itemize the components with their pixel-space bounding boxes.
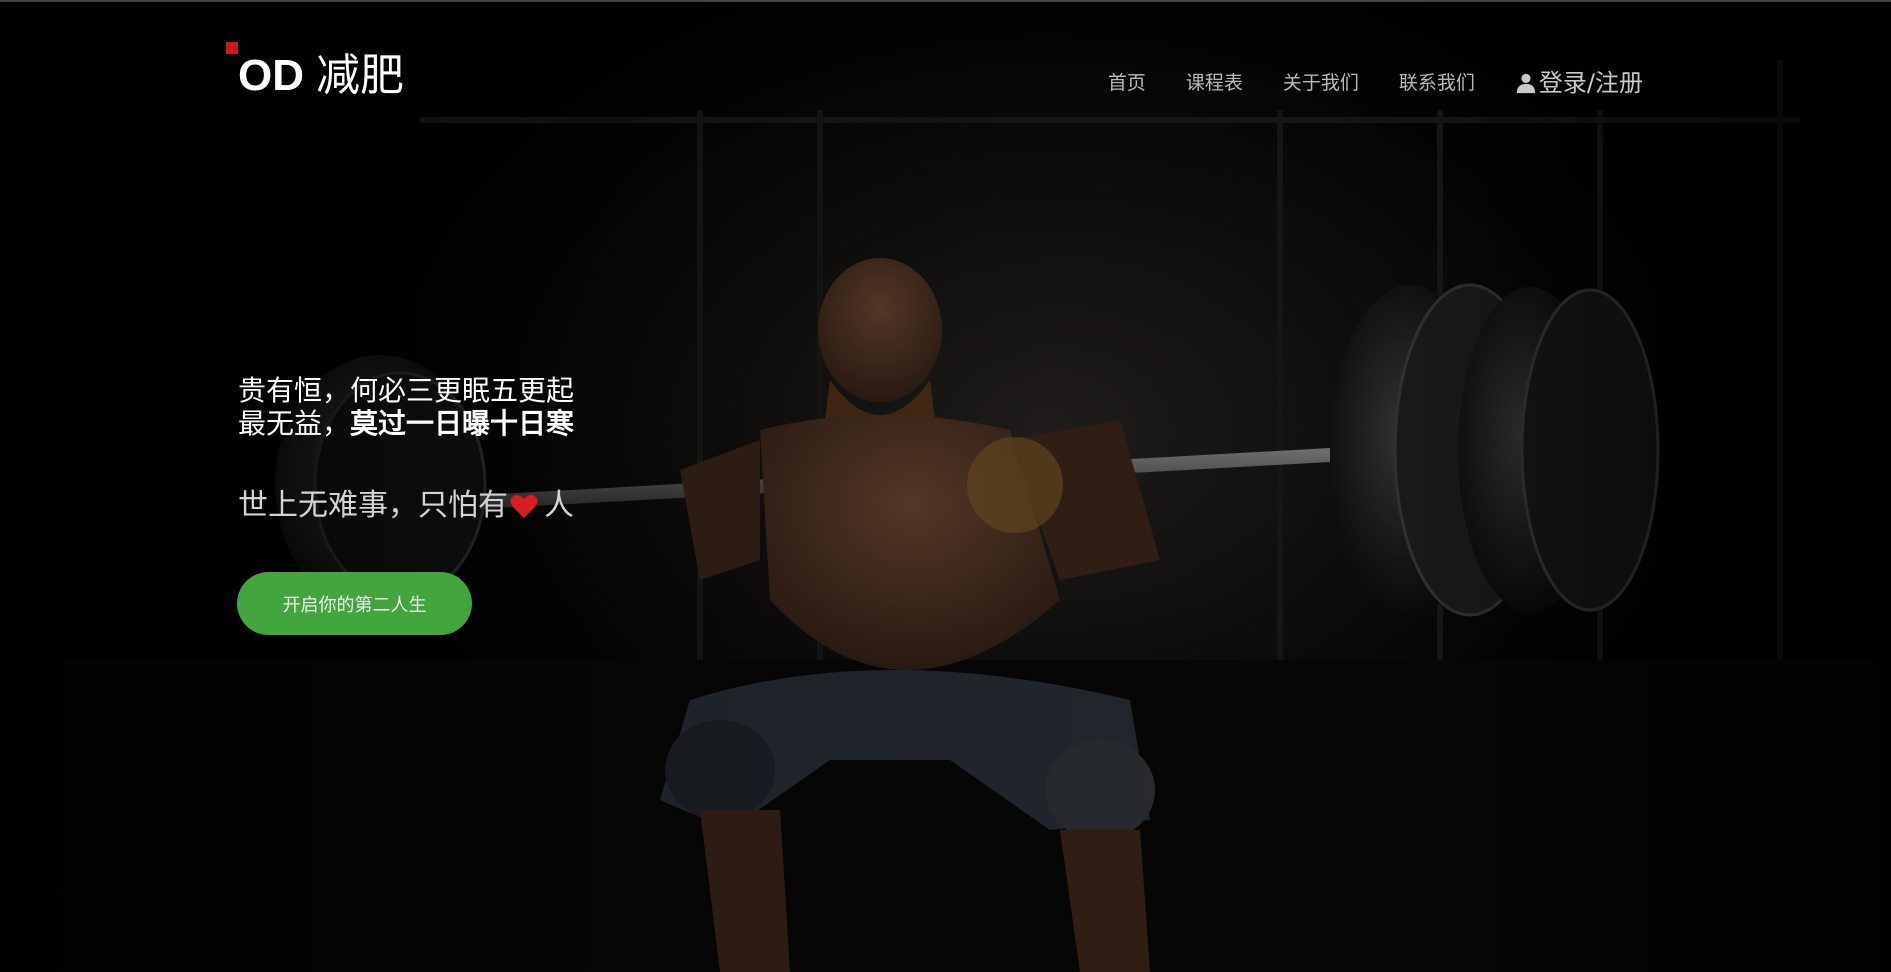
logo-text: 减肥 xyxy=(316,50,404,101)
logo-brand: OD xyxy=(238,51,304,100)
subline-prefix: 世上无难事，只怕有 xyxy=(238,488,508,523)
main-nav: 首页 课程表 关于我们 联系我们 登录/注册 xyxy=(1068,66,1643,100)
headline-line-2-bold: 莫过一日曝十日寒 xyxy=(350,407,575,440)
user-icon xyxy=(1516,73,1536,94)
site-logo[interactable]: OD 减肥 xyxy=(226,42,404,104)
nav-schedule[interactable]: 课程表 xyxy=(1186,66,1243,100)
login-register-label: 登录/注册 xyxy=(1538,69,1643,97)
hero-section: OD 减肥 首页 课程表 关于我们 联系我们 登录/注册 贵有恒，何必三更眠五更… xyxy=(0,0,1891,972)
hero-headline: 贵有恒，何必三更眠五更起 最无益，莫过一日曝十日寒 xyxy=(238,374,574,440)
headline-line-1: 贵有恒，何必三更眠五更起 xyxy=(238,374,575,407)
logo-red-square xyxy=(226,42,238,54)
nav-home[interactable]: 首页 xyxy=(1108,66,1146,100)
subline-suffix: 人 xyxy=(544,488,574,523)
heart-icon xyxy=(510,494,538,518)
headline-line-2: 最无益，莫过一日曝十日寒 xyxy=(238,407,574,440)
nav-contact[interactable]: 联系我们 xyxy=(1399,66,1475,100)
nav-about[interactable]: 关于我们 xyxy=(1283,66,1359,100)
login-register-link[interactable]: 登录/注册 xyxy=(1515,66,1643,100)
hero-subline: 世上无难事，只怕有 人 xyxy=(238,486,574,526)
top-border xyxy=(0,0,1891,2)
headline-line-2-prefix: 最无益， xyxy=(238,407,351,440)
cta-button[interactable]: 开启你的第二人生 xyxy=(237,572,472,635)
